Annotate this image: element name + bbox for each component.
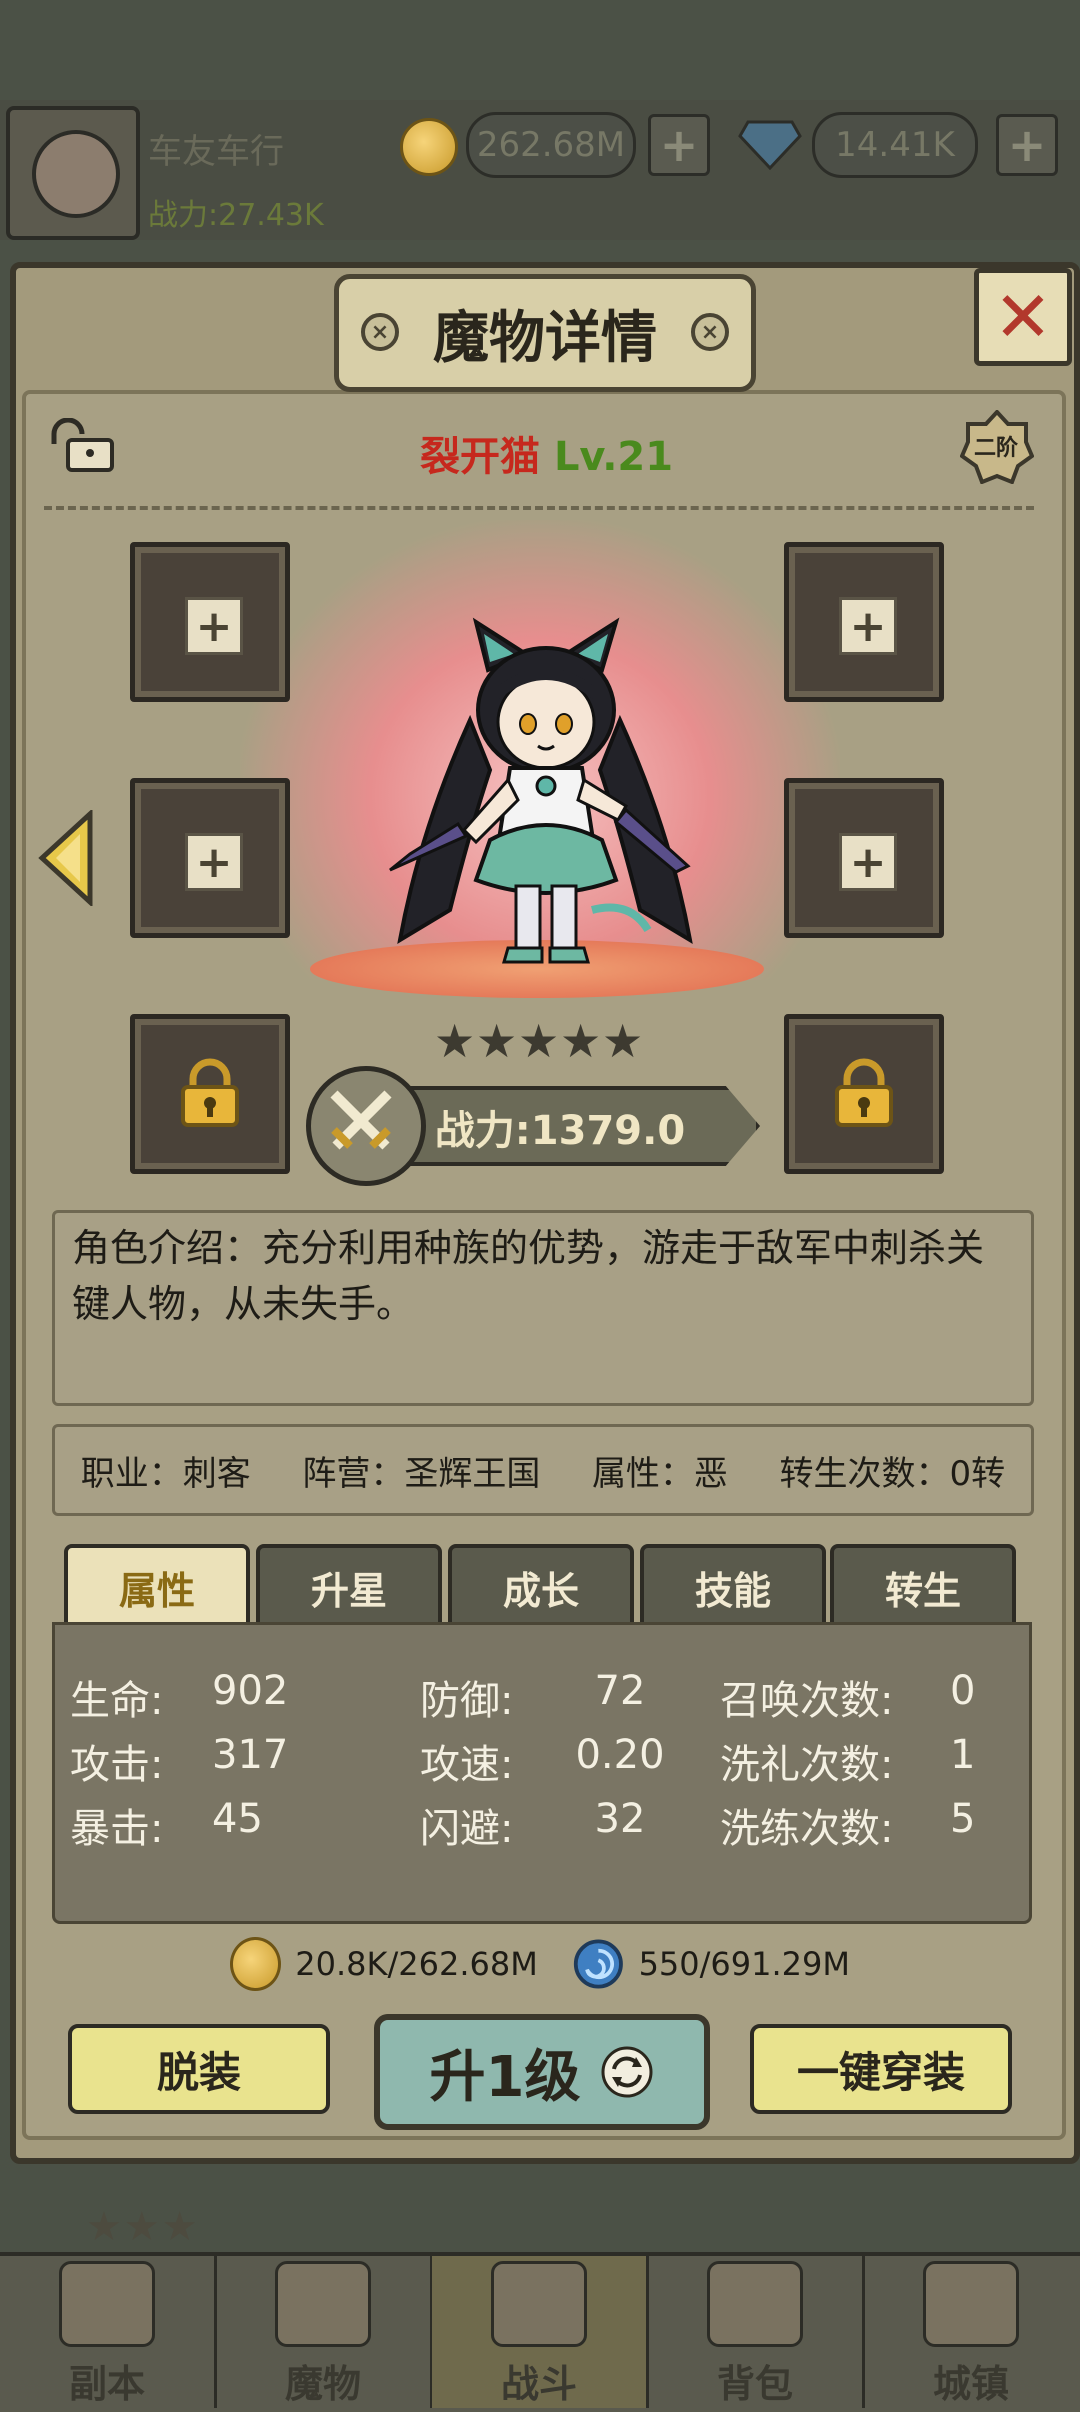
equip-slot-locked-2[interactable]	[784, 1014, 944, 1174]
equip-slot-3[interactable]: +	[130, 778, 290, 938]
nav-monsters[interactable]: 魔物	[216, 2256, 433, 2408]
padlock-icon	[835, 1058, 893, 1127]
attack-speed-value: 0.20	[575, 1732, 665, 1778]
player-power: 战力:27.43K	[148, 198, 324, 233]
equip-slot-locked-1[interactable]	[130, 1014, 290, 1174]
level-up-label: 升1级	[429, 2044, 581, 2110]
gold-coin-icon	[400, 118, 458, 176]
nav-bag-label: 背包	[716, 2362, 793, 2406]
refine-count-label: 洗练次数:	[720, 1806, 894, 1852]
hp-label: 生命:	[70, 1678, 164, 1724]
level-up-button[interactable]: 升1级	[374, 2014, 710, 2130]
attack-speed-label: 攻速:	[420, 1742, 514, 1788]
star-icon: ★	[602, 1014, 644, 1068]
unlocked-padlock-icon[interactable]	[44, 418, 116, 474]
equip-slot-4[interactable]: +	[784, 778, 944, 938]
equip-slot-2[interactable]: +	[784, 542, 944, 702]
town-shop-icon	[923, 2261, 1019, 2347]
padlock-icon	[181, 1058, 239, 1127]
star-rating: ★ ★ ★ ★ ★	[434, 1014, 644, 1068]
background-stars: ★★★	[86, 2204, 200, 2250]
nav-town[interactable]: 城镇	[864, 2256, 1078, 2408]
info-row: 职业：刺客 阵营：圣辉王国 属性：恶 转生次数：0转	[52, 1424, 1034, 1516]
baptism-count-value: 1	[950, 1732, 976, 1778]
star-icon: ★	[560, 1014, 602, 1068]
defense-label: 防御:	[420, 1678, 514, 1724]
equip-all-button[interactable]: 一键穿装	[750, 2024, 1012, 2114]
rank-badge: 二阶	[960, 410, 1034, 484]
tab-attributes[interactable]: 属性	[64, 1544, 250, 1630]
upgrade-costs: 20.8K/262.68M 550/691.29M	[230, 1936, 850, 1992]
summon-count-label: 召唤次数:	[720, 1678, 894, 1724]
monster-level: Lv.21	[553, 434, 674, 480]
gold-coin-icon	[230, 1937, 282, 1991]
tab-rebirth[interactable]: 转生	[830, 1544, 1016, 1630]
close-button[interactable]: ✕	[974, 268, 1072, 366]
player-avatar[interactable]	[6, 106, 140, 240]
essence-cost: 550/691.29M	[638, 1945, 850, 1983]
attack-value: 317	[212, 1732, 289, 1778]
nav-town-label: 城镇	[932, 2362, 1009, 2406]
tab-star-up[interactable]: 升星	[256, 1544, 442, 1630]
summon-count-value: 0	[950, 1668, 976, 1714]
nav-battle[interactable]: 战斗	[432, 2256, 649, 2408]
star-icon: ★	[434, 1014, 476, 1068]
rebirth-count: 转生次数：0转	[779, 1453, 1006, 1494]
camp: 阵营：圣辉王国	[302, 1453, 541, 1494]
defense-value: 72	[594, 1668, 646, 1714]
tab-growth[interactable]: 成长	[448, 1544, 634, 1630]
diamond-amount: 14.41K	[812, 112, 978, 178]
star-icon: ★	[476, 1014, 518, 1068]
nav-battle-label: 战斗	[500, 2362, 577, 2406]
monster-name-level: 裂开猫 Lv.21	[420, 424, 673, 482]
baptism-count-label: 洗礼次数:	[720, 1742, 894, 1788]
plus-icon: +	[839, 597, 897, 655]
nav-bag[interactable]: 背包	[648, 2256, 865, 2408]
attack-label: 攻击:	[70, 1742, 164, 1788]
nav-dungeon[interactable]: 副本	[0, 2256, 217, 2408]
gold-amount: 262.68M	[466, 112, 636, 178]
monster-character-image	[389, 617, 693, 964]
gold-cost: 20.8K/262.68M	[295, 1945, 538, 1983]
plus-icon: +	[185, 597, 243, 655]
monster-helmet-icon	[275, 2261, 371, 2347]
auto-repeat-icon[interactable]	[600, 2045, 654, 2099]
dodge-label: 闪避:	[420, 1806, 514, 1852]
panel-title-plate: × 魔物详情 ×	[334, 274, 756, 392]
equip-slot-1[interactable]: +	[130, 542, 290, 702]
backpack-icon	[707, 2261, 803, 2347]
nav-monsters-label: 魔物	[284, 2362, 361, 2406]
divider	[44, 506, 1034, 510]
refine-count-value: 5	[950, 1796, 976, 1842]
rank-badge-label: 二阶	[974, 436, 1019, 461]
dodge-value: 32	[594, 1796, 646, 1842]
monster-name: 裂开猫	[420, 434, 540, 480]
essence-icon	[573, 1939, 623, 1989]
attribute: 属性：恶	[591, 1453, 728, 1494]
nav-dungeon-label: 副本	[68, 2362, 145, 2406]
panel-title: 魔物详情	[433, 305, 657, 371]
plus-icon: +	[185, 833, 243, 891]
previous-monster-arrow[interactable]	[38, 810, 94, 906]
hp-value: 902	[212, 1668, 289, 1714]
player-name: 车友车行	[148, 132, 284, 172]
crit-value: 45	[212, 1796, 263, 1842]
character-description: 角色介绍：充分利用种族的优势，游走于敌军中刺杀关键人物，从未失手。	[72, 1226, 985, 1326]
gold-add-button[interactable]: +	[648, 114, 710, 176]
screw-left-icon: ×	[361, 313, 399, 351]
crit-label: 暴击:	[70, 1806, 164, 1852]
avatar-face-icon	[32, 130, 120, 218]
plus-icon: +	[839, 833, 897, 891]
diamond-icon	[738, 120, 802, 170]
unequip-button[interactable]: 脱装	[68, 2024, 330, 2114]
star-icon: ★	[518, 1014, 560, 1068]
monster-power: 战力:1379.0	[434, 1108, 686, 1154]
tab-skills[interactable]: 技能	[640, 1544, 826, 1630]
map-scroll-icon	[59, 2261, 155, 2347]
profession: 职业：刺客	[80, 1453, 251, 1494]
crossed-swords-icon	[491, 2261, 587, 2347]
screw-right-icon: ×	[691, 313, 729, 351]
diamond-add-button[interactable]: +	[996, 114, 1058, 176]
